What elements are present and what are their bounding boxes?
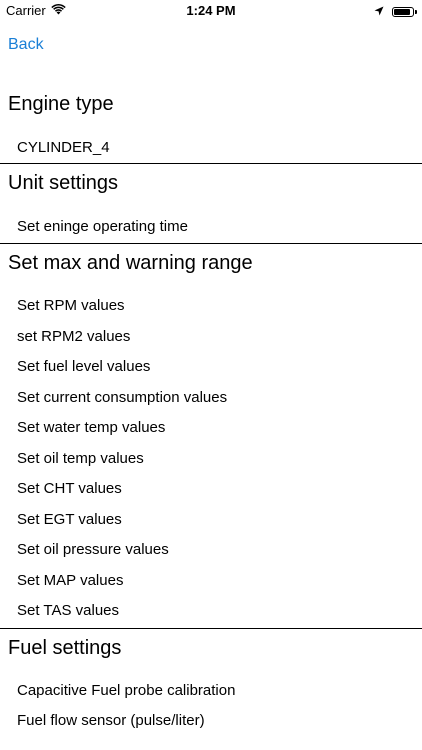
list-item-oil-pressure[interactable]: Set oil pressure values [17,541,169,558]
status-bar: Carrier 1:24 PM [0,0,422,22]
list-item-fuel-level[interactable]: Set fuel level values [17,358,150,375]
section-header-engine-type: Engine type [8,93,114,115]
list-item-oil-temp[interactable]: Set oil temp values [17,450,144,467]
status-right [374,4,417,19]
battery-level [394,8,411,15]
list-item-map[interactable]: Set MAP values [17,572,123,589]
location-arrow-icon [374,4,384,19]
list-item-rpm[interactable]: Set RPM values [17,297,125,314]
back-button[interactable]: Back [8,36,44,54]
list-item-current-consumption[interactable]: Set current consumption values [17,389,227,406]
list-item-egt[interactable]: Set EGT values [17,511,122,528]
section-header-max-warning: Set max and warning range [8,252,253,274]
list-item-water-temp[interactable]: Set water temp values [17,419,165,436]
list-item-engine-type[interactable]: CYLINDER_4 [17,139,110,156]
section-divider [0,628,422,629]
section-divider [0,243,422,244]
list-item-operating-time[interactable]: Set eninge operating time [17,218,188,235]
list-item-rpm2[interactable]: set RPM2 values [17,328,130,345]
section-divider [0,163,422,164]
section-header-fuel-settings: Fuel settings [8,637,122,659]
list-item-fuel-probe-calibration[interactable]: Capacitive Fuel probe calibration [17,682,235,699]
battery-cap [415,9,417,14]
list-item-fuel-flow-sensor[interactable]: Fuel flow sensor (pulse/liter) [17,712,205,729]
list-item-tas[interactable]: Set TAS values [17,602,119,619]
list-item-cht[interactable]: Set CHT values [17,480,122,497]
status-time: 1:24 PM [186,3,236,18]
battery-icon [392,6,417,17]
section-header-unit-settings: Unit settings [8,172,119,194]
